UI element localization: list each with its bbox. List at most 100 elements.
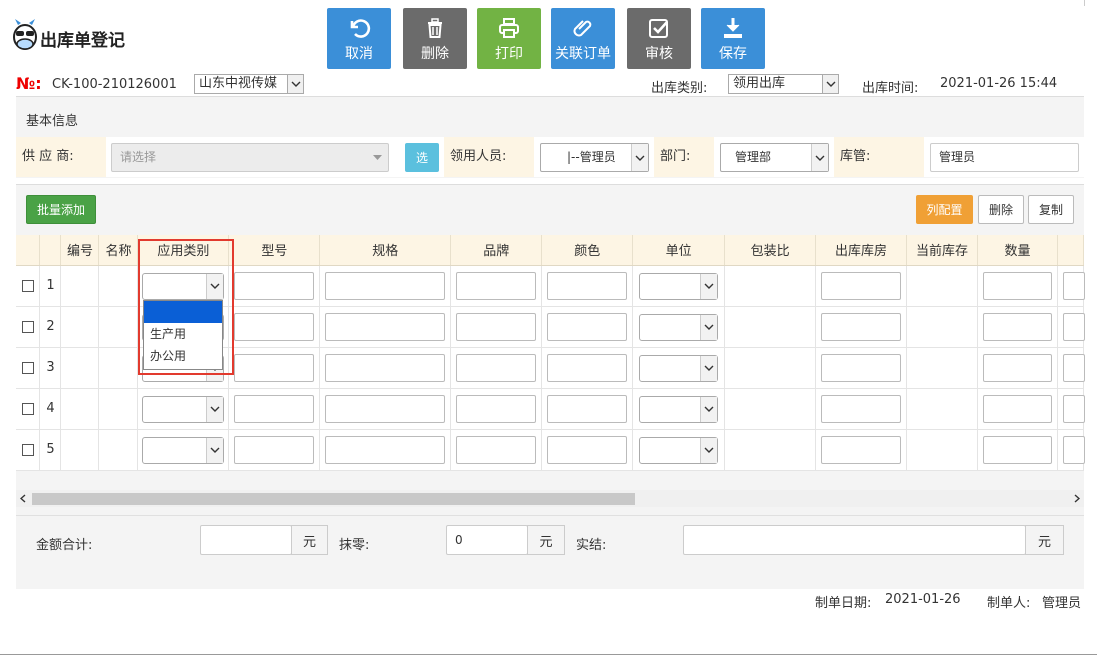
row-number: 1 — [46, 278, 55, 293]
spec-input[interactable] — [325, 394, 446, 423]
row-checkbox[interactable] — [21, 320, 34, 333]
color-input[interactable] — [547, 435, 628, 464]
row-checkbox[interactable] — [21, 279, 34, 292]
basic-info-panel: 基本信息 供 应 商: 请选择 选 领用人员: |--管理员 部门: 管理部 库… — [16, 96, 1084, 178]
warehouse-input[interactable] — [821, 353, 902, 382]
row-checkbox[interactable] — [21, 443, 34, 456]
unit-select[interactable] — [639, 436, 719, 464]
model-input[interactable] — [234, 271, 315, 300]
model-input[interactable] — [234, 394, 315, 423]
col-header: 名称 — [98, 235, 139, 266]
chevron-down-icon — [287, 75, 303, 93]
model-input[interactable] — [234, 353, 315, 382]
brand-input[interactable] — [456, 435, 537, 464]
outbound-time-label: 出库时间: — [862, 81, 919, 96]
save-button[interactable]: 保存 — [701, 8, 765, 69]
warehouse-input[interactable] — [821, 435, 902, 464]
warehouse-input[interactable] — [821, 394, 902, 423]
receiver-label: 领用人员: — [444, 137, 534, 177]
audit-button[interactable]: 审核 — [627, 8, 691, 69]
category-select[interactable] — [142, 436, 225, 464]
maker-label: 制单人: — [987, 596, 1031, 611]
brand-input[interactable] — [456, 394, 537, 423]
amount-total-input[interactable] — [200, 525, 292, 555]
copy-row-button[interactable]: 复制 — [1028, 195, 1074, 224]
quantity-input[interactable] — [982, 353, 1052, 382]
category-select[interactable] — [142, 395, 225, 423]
supplier-label: 供 应 商: — [16, 137, 106, 177]
stock-cell — [906, 347, 978, 389]
batch-add-button[interactable]: 批量添加 — [26, 195, 96, 224]
color-input[interactable] — [547, 271, 628, 300]
spec-input[interactable] — [325, 435, 446, 464]
chevron-left-icon[interactable] — [20, 494, 26, 503]
order-number: CK-100-210126001 — [52, 77, 177, 92]
extra-input[interactable] — [1062, 353, 1085, 382]
col-header: 出库库房 — [815, 235, 908, 266]
quantity-input[interactable] — [982, 271, 1052, 300]
extra-input[interactable] — [1062, 312, 1085, 341]
actual-input[interactable] — [683, 525, 1026, 555]
chevron-down-icon — [700, 355, 718, 381]
color-input[interactable] — [547, 312, 628, 341]
company-select[interactable]: 山东中视传媒 — [194, 74, 304, 94]
spec-input[interactable] — [325, 271, 446, 300]
amount-total-label: 金额合计: — [36, 538, 93, 553]
extra-input[interactable] — [1062, 271, 1085, 300]
chevron-right-icon[interactable] — [1074, 494, 1080, 503]
supplier-select[interactable]: 请选择 — [111, 143, 389, 172]
color-input[interactable] — [547, 353, 628, 382]
scrollbar-thumb[interactable] — [32, 493, 635, 505]
color-input[interactable] — [547, 394, 628, 423]
brand-input[interactable] — [456, 271, 537, 300]
download-icon — [724, 18, 742, 38]
row-checkbox[interactable] — [21, 402, 34, 415]
brand-input[interactable] — [456, 312, 537, 341]
cancel-button[interactable]: 取消 — [327, 8, 391, 69]
delete-button[interactable]: 删除 — [403, 8, 467, 69]
actual-label: 实结: — [576, 538, 607, 553]
model-input[interactable] — [234, 312, 315, 341]
brand-input[interactable] — [456, 353, 537, 382]
spec-input[interactable] — [325, 353, 446, 382]
quantity-input[interactable] — [982, 312, 1052, 341]
receiver-select[interactable]: |--管理员 — [540, 143, 649, 172]
keeper-label: 库管: — [834, 137, 924, 177]
pack-ratio-cell — [724, 347, 817, 389]
warehouse-input[interactable] — [821, 271, 902, 300]
code-cell — [60, 306, 100, 348]
row-checkbox[interactable] — [21, 361, 34, 374]
stock-cell — [906, 265, 978, 307]
link-order-button[interactable]: 关联订单 — [551, 8, 615, 69]
unit-select[interactable] — [639, 395, 719, 423]
chevron-down-icon — [206, 437, 224, 463]
quantity-input[interactable] — [982, 394, 1052, 423]
delete-row-button[interactable]: 删除 — [978, 195, 1024, 224]
col-header: 数量 — [977, 235, 1058, 266]
name-cell — [98, 388, 139, 430]
highlight-box — [138, 239, 234, 375]
name-cell — [98, 306, 139, 348]
quantity-input[interactable] — [982, 435, 1052, 464]
select-supplier-button[interactable]: 选 — [405, 143, 439, 172]
keeper-input[interactable]: 管理员 — [930, 143, 1079, 172]
spec-input[interactable] — [325, 312, 446, 341]
rounding-input[interactable]: 0 — [446, 525, 528, 555]
basic-info-title: 基本信息 — [26, 114, 79, 129]
extra-input[interactable] — [1062, 394, 1085, 423]
col-header: 规格 — [319, 235, 452, 266]
horizontal-scrollbar[interactable] — [16, 490, 1084, 507]
unit-select[interactable] — [639, 354, 719, 382]
warehouse-input[interactable] — [821, 312, 902, 341]
col-header: 当前库存 — [906, 235, 978, 266]
outbound-type-select[interactable]: 领用出库 — [728, 74, 839, 94]
unit-select[interactable] — [639, 272, 719, 300]
model-input[interactable] — [234, 435, 315, 464]
unit-select[interactable] — [639, 313, 719, 341]
chevron-down-icon — [700, 396, 718, 422]
column-config-button[interactable]: 列配置 — [916, 195, 973, 224]
extra-input[interactable] — [1062, 435, 1085, 464]
department-select[interactable]: 管理部 — [720, 143, 829, 172]
row-number: 2 — [46, 319, 55, 334]
print-button[interactable]: 打印 — [477, 8, 541, 69]
